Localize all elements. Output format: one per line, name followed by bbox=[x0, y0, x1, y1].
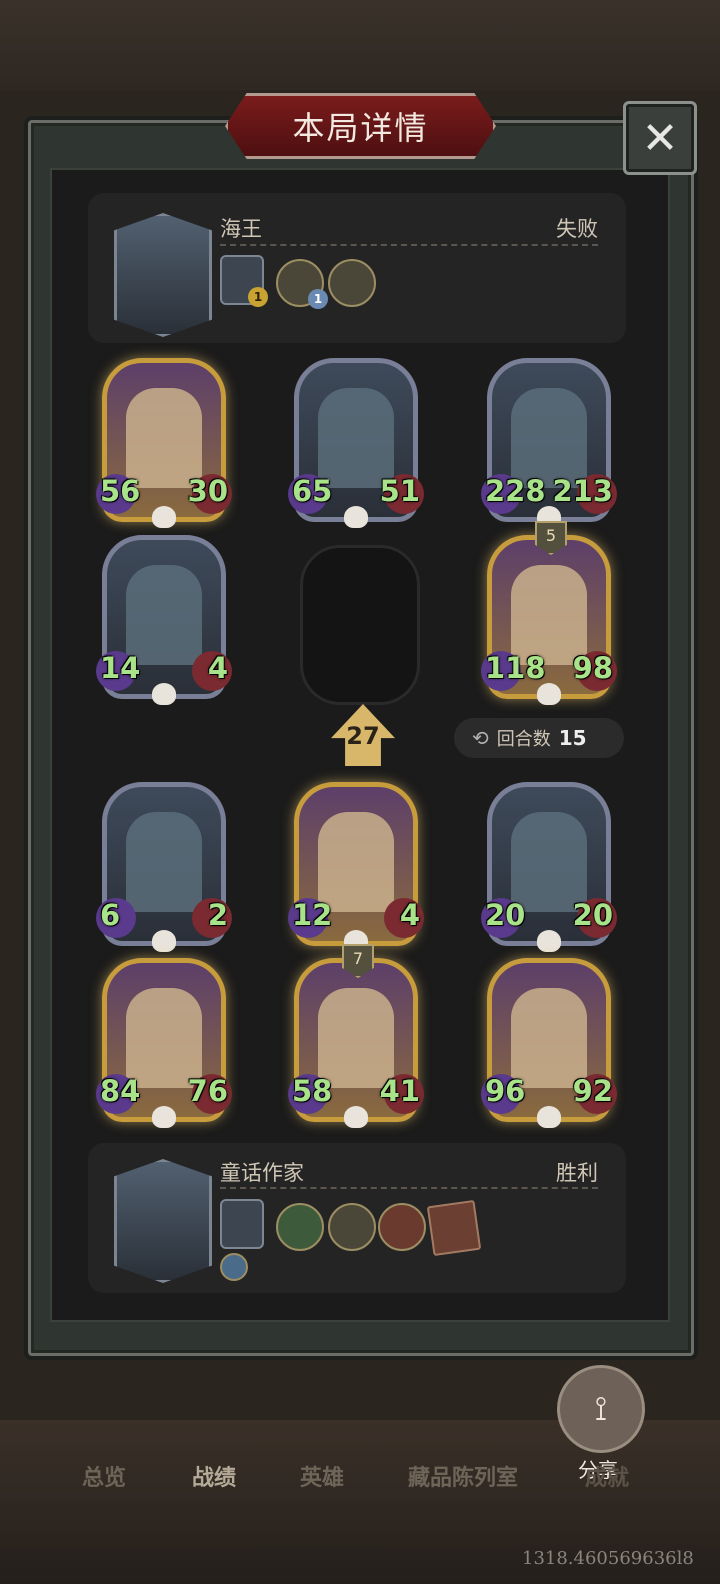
player-hero-portrait[interactable] bbox=[114, 1159, 212, 1283]
tab-overview[interactable]: 总览 bbox=[82, 1460, 126, 1492]
level-value: 27 bbox=[346, 722, 380, 750]
debug-text: 1318.460569636l8 bbox=[522, 1548, 694, 1569]
opponent-item-2[interactable]: 1 bbox=[276, 259, 328, 309]
unit-health: 92 bbox=[572, 1074, 613, 1108]
unit-health: 20 bbox=[572, 898, 613, 932]
close-button[interactable]: ✕ bbox=[623, 101, 697, 175]
unit-health: 51 bbox=[379, 474, 420, 508]
title-banner: 本局详情 bbox=[225, 93, 496, 159]
unit-art bbox=[511, 388, 587, 488]
unit-health: 41 bbox=[379, 1074, 420, 1108]
refresh-icon: ⟲ bbox=[472, 726, 489, 750]
unit-health: 76 bbox=[187, 1074, 228, 1108]
unit-art bbox=[126, 565, 202, 665]
unit-art bbox=[318, 988, 394, 1088]
unit-attack: 84 bbox=[100, 1074, 141, 1108]
player-unit-3[interactable]: 20 20 bbox=[481, 782, 617, 952]
unit-health: 2 bbox=[207, 898, 228, 932]
skull-icon bbox=[344, 1106, 368, 1128]
divider bbox=[220, 1187, 598, 1189]
skull-icon bbox=[152, 506, 176, 528]
player-unit-4[interactable]: 84 76 bbox=[96, 958, 232, 1128]
unit-attack: 12 bbox=[292, 898, 333, 932]
player-name: 童话作家 bbox=[220, 1161, 304, 1185]
skull-icon bbox=[537, 1106, 561, 1128]
player-unit-5[interactable]: 58 41 7 bbox=[288, 944, 424, 1128]
opponent-name: 海王 bbox=[220, 217, 262, 241]
close-icon: ✕ bbox=[641, 112, 679, 164]
skull-icon bbox=[344, 506, 368, 528]
rounds-label: 回合数 bbox=[496, 729, 551, 750]
unit-art bbox=[126, 988, 202, 1088]
unit-art bbox=[511, 988, 587, 1088]
opponent-hero-portrait[interactable] bbox=[114, 213, 212, 337]
player-result: 胜利 bbox=[556, 1161, 598, 1185]
skull-icon bbox=[537, 930, 561, 952]
skull-icon bbox=[152, 683, 176, 705]
unit-art bbox=[126, 812, 202, 912]
tab-achievements[interactable]: 成就 bbox=[585, 1460, 629, 1492]
unit-attack: 118 bbox=[485, 651, 546, 685]
opponent-result: 失败 bbox=[556, 217, 598, 241]
player-item-2[interactable] bbox=[276, 1203, 324, 1251]
unit-art bbox=[318, 812, 394, 912]
tab-collection[interactable]: 藏品陈列室 bbox=[408, 1460, 518, 1492]
skull-icon bbox=[537, 683, 561, 705]
unit-health: 98 bbox=[572, 651, 613, 685]
share-button[interactable]: ⟟ bbox=[557, 1365, 645, 1453]
divider bbox=[220, 244, 598, 246]
page-title: 本局详情 bbox=[292, 109, 429, 147]
unit-health: 4 bbox=[207, 651, 228, 685]
player-card: 童话作家 胜利 bbox=[88, 1143, 626, 1293]
unit-attack: 56 bbox=[100, 474, 141, 508]
enemy-unit-2[interactable]: 65 51 bbox=[288, 358, 424, 528]
book-item[interactable] bbox=[426, 1199, 482, 1257]
rounds-indicator: ⟲ 回合数 15 bbox=[454, 718, 624, 758]
player-unit-1[interactable]: 62 bbox=[96, 782, 232, 952]
unit-health: 30 bbox=[187, 474, 228, 508]
item-count-badge: 1 bbox=[308, 289, 328, 309]
unit-health: 4 bbox=[399, 898, 420, 932]
player-unit-2[interactable]: 12 4 bbox=[288, 782, 424, 952]
sword-icon bbox=[220, 1253, 248, 1281]
enemy-unit-5[interactable]: 118 98 5 bbox=[481, 521, 617, 705]
share-icon: ⟟ bbox=[594, 1389, 608, 1429]
player-item-4[interactable] bbox=[378, 1203, 426, 1251]
unit-art bbox=[318, 388, 394, 488]
unit-attack: 6 bbox=[100, 898, 121, 932]
skull-icon bbox=[152, 1106, 176, 1128]
unit-health: 213 bbox=[552, 474, 613, 508]
tab-records[interactable]: 战绩 bbox=[192, 1460, 236, 1492]
unit-attack: 58 bbox=[292, 1074, 333, 1108]
unit-attack: 65 bbox=[292, 474, 333, 508]
empty-board-slot bbox=[300, 545, 420, 705]
opponent-card: 海王 失败 1 1 bbox=[88, 193, 626, 343]
top-background bbox=[0, 0, 720, 90]
rounds-value: 15 bbox=[558, 726, 587, 750]
unit-attack: 14 bbox=[100, 651, 141, 685]
unit-attack: 228 bbox=[485, 474, 546, 508]
unit-art bbox=[511, 812, 587, 912]
unit-art bbox=[126, 388, 202, 488]
enemy-unit-4[interactable]: 14 4 bbox=[96, 535, 232, 705]
opponent-item-3[interactable] bbox=[328, 259, 376, 307]
player-item-1[interactable] bbox=[220, 1199, 264, 1249]
enemy-unit-3[interactable]: 228 213 bbox=[481, 358, 617, 528]
tab-heroes[interactable]: 英雄 bbox=[300, 1460, 344, 1492]
unit-attack: 96 bbox=[485, 1074, 526, 1108]
opponent-item-1[interactable]: 1 bbox=[220, 255, 268, 307]
player-unit-6[interactable]: 96 92 bbox=[481, 958, 617, 1128]
item-count-badge: 1 bbox=[248, 287, 268, 307]
unit-attack: 20 bbox=[485, 898, 526, 932]
skull-icon bbox=[152, 930, 176, 952]
enemy-unit-1[interactable]: 56 30 bbox=[96, 358, 232, 528]
unit-art bbox=[511, 565, 587, 665]
player-item-3[interactable] bbox=[328, 1203, 376, 1251]
